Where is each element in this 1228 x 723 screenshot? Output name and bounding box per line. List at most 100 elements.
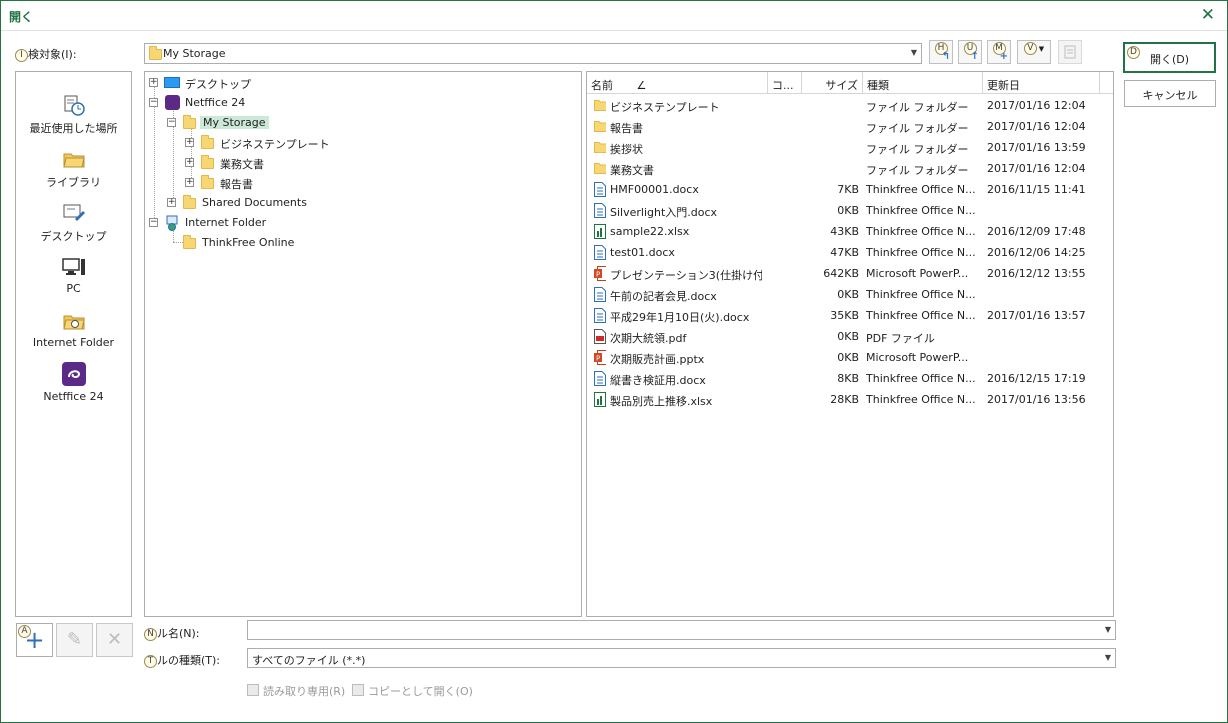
filename-input[interactable]: ▼ [247,620,1116,640]
tree-node-my-storage[interactable]: − My Storage [167,114,367,132]
properties-button[interactable] [1058,40,1082,64]
lookin-access-key: I [15,48,28,62]
column-size[interactable]: サイズ [802,72,863,94]
file-modified: 2017/01/16 13:59 [987,141,1086,154]
close-icon[interactable]: ✕ [1201,5,1215,25]
place-pc[interactable]: PC [16,256,131,295]
file-modified: 2017/01/16 13:57 [987,309,1086,322]
cancel-button[interactable]: キャンセル [1124,80,1216,107]
place-library[interactable]: ライブラリ [16,148,131,190]
pc-icon [61,258,85,275]
chevron-down-icon: ▼ [1104,653,1111,662]
column-comment[interactable]: コ... [768,72,802,94]
chevron-down-icon: ▼ [910,48,917,57]
tree-node-desktop[interactable]: + デスクトップ [149,74,349,92]
word-document-icon [594,182,606,197]
filetype-label: T ルの種類(T): [144,652,220,668]
place-netffice[interactable]: Netffice 24 [16,362,131,403]
file-row[interactable]: 挨拶状 ファイル フォルダー 2017/01/16 13:59 [587,137,1113,158]
history-button[interactable]: H ↰ [929,40,953,64]
column-name[interactable]: 名前 ∠ [587,72,768,94]
expand-icon[interactable]: + [185,158,194,167]
word-document-icon [594,203,606,218]
remove-place-button[interactable]: ✕ [96,623,133,657]
file-modified: 2017/01/16 12:04 [987,162,1086,175]
view-menu-button[interactable]: V ▼ [1017,40,1051,64]
file-name: HMF00001.docx [610,183,699,196]
collapse-icon[interactable]: − [149,98,158,107]
expand-icon[interactable]: + [185,138,194,147]
place-internet-folder[interactable]: Internet Folder [16,310,131,349]
file-name: 製品別売上推移.xlsx [610,395,713,408]
plus-icon: + [999,51,1008,62]
folder-icon [594,161,606,176]
file-row[interactable]: 報告書 ファイル フォルダー 2017/01/16 12:04 [587,116,1113,137]
file-row[interactable]: P プレゼンテーション3(仕掛け付).... 642KB Microsoft Powe… [587,263,1113,284]
svg-text:P: P [596,271,600,279]
file-row[interactable]: 午前の記者会見.docx 0KB Thinkfree Office N... [587,284,1113,305]
column-modified[interactable]: 更新日 [983,72,1100,94]
pencil-icon: ✎ [66,629,83,650]
folder-icon [201,155,214,169]
file-modified: 2016/12/15 17:19 [987,372,1086,385]
file-type: Microsoft PowerP... [866,267,969,280]
file-type: Thinkfree Office N... [866,246,976,259]
column-type[interactable]: 種類 [863,72,983,94]
folder-tree: + デスクトップ − Netffice 24 − My Storage + ビジ… [144,71,582,617]
tree-node-reports[interactable]: + 報告書 [185,174,385,192]
file-row[interactable]: P 次期販売計画.pptx 0KB Microsoft PowerP... [587,347,1113,368]
tree-node-thinkfree-online[interactable]: ThinkFree Online [167,234,367,252]
readonly-checkbox[interactable] [247,684,259,696]
file-name: 次期販売計画.pptx [610,353,705,366]
up-arrow-icon: ↑ [970,51,979,62]
file-row[interactable]: ビジネステンプレート ファイル フォルダー 2017/01/16 12:04 [587,95,1113,116]
place-desktop[interactable]: デスクトップ [16,202,131,244]
file-row[interactable]: 業務文書 ファイル フォルダー 2017/01/16 12:04 [587,158,1113,179]
place-recent[interactable]: 最近使用した場所 [16,94,131,136]
open-button[interactable]: D 開く(D) [1123,42,1216,73]
svg-text:P: P [596,355,600,363]
lookin-label: I 検対象(I): [15,46,77,62]
file-row[interactable]: sample22.xlsx 43KB Thinkfree Office N... 20… [587,221,1113,242]
file-row[interactable]: HMF00001.docx 7KB Thinkfree Office N... 201… [587,179,1113,200]
collapse-icon[interactable]: − [167,118,176,127]
file-type: Thinkfree Office N... [866,393,976,406]
file-type: Thinkfree Office N... [866,204,976,217]
open-as-copy-checkbox[interactable] [352,684,364,696]
places-bar: 最近使用した場所 ライブラリ デスクトップ PC Internet Folder… [15,71,132,617]
tree-node-business-templates[interactable]: + ビジネステンプレート [185,134,385,152]
file-name: 午前の記者会見.docx [610,290,717,303]
file-row[interactable]: Silverlight入門.docx 0KB Thinkfree Office N.… [587,200,1113,221]
add-access-key: A [18,625,31,638]
word-document-icon [594,371,606,386]
tree-node-netffice[interactable]: − Netffice 24 [149,94,349,112]
pdf-icon [594,329,606,344]
folder-icon [183,195,196,209]
file-row[interactable]: 平成29年1月10日(火).docx 35KB Thinkfree Office N… [587,305,1113,326]
folder-icon [201,175,214,189]
tree-node-business-docs[interactable]: + 業務文書 [185,154,385,172]
expand-icon[interactable]: + [185,178,194,187]
properties-icon [1064,45,1076,59]
desktop-pen-icon [63,204,85,221]
tree-node-internet-folder[interactable]: − Internet Folder [149,214,349,232]
up-folder-button[interactable]: U ↑ [958,40,982,64]
new-folder-button[interactable]: M + [987,40,1011,64]
filetype-select[interactable]: すべてのファイル (*.*) ▼ [247,648,1116,668]
file-row[interactable]: 次期大統領.pdf 0KB PDF ファイル [587,326,1113,347]
tree-node-shared-documents[interactable]: + Shared Documents [167,194,367,212]
file-row[interactable]: test01.docx 47KB Thinkfree Office N... 2016… [587,242,1113,263]
internet-folder-icon [166,215,178,231]
add-place-button[interactable]: A + [16,623,53,657]
file-size: 0KB [837,204,859,217]
lookin-combobox[interactable]: My Storage ▼ [144,43,922,64]
file-row[interactable]: 製品別売上推移.xlsx 28KB Thinkfree Office N... 201… [587,389,1113,410]
word-document-icon [594,245,606,260]
collapse-icon[interactable]: − [149,218,158,227]
expand-icon[interactable]: + [149,78,158,87]
file-row[interactable]: 縦書き検証用.docx 8KB Thinkfree Office N... 2016/… [587,368,1113,389]
edit-place-button[interactable]: ✎ [56,623,93,657]
file-size: 43KB [830,225,859,238]
file-modified: 2017/01/16 13:56 [987,393,1086,406]
expand-icon[interactable]: + [167,198,176,207]
